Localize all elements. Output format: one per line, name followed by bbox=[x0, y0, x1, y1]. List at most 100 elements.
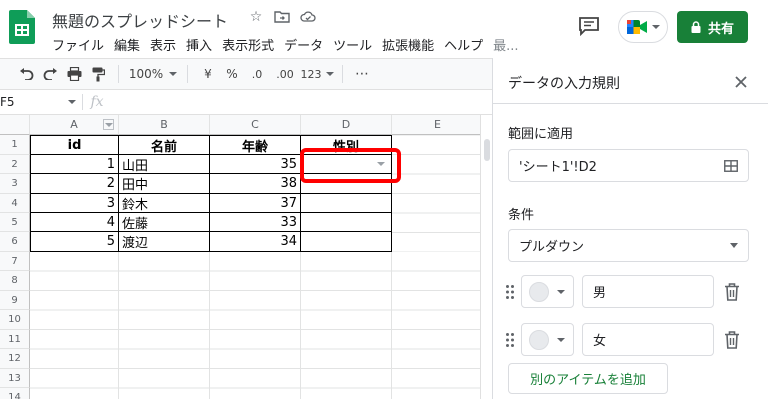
select-range-icon[interactable] bbox=[724, 159, 738, 172]
meet-button[interactable] bbox=[618, 11, 668, 43]
cell-b6[interactable]: 渡辺 bbox=[119, 232, 210, 252]
cell-d6[interactable] bbox=[301, 232, 392, 252]
cell-c2[interactable]: 35 bbox=[210, 155, 301, 174]
column-header-e[interactable]: E bbox=[392, 115, 480, 135]
select-all-corner[interactable] bbox=[0, 115, 30, 135]
menu-edit[interactable]: 編集 bbox=[114, 35, 140, 54]
drag-handle-icon[interactable] bbox=[505, 332, 515, 348]
star-icon[interactable]: ☆ bbox=[248, 9, 264, 25]
menu-help[interactable]: ヘルプ bbox=[444, 35, 483, 54]
decrease-decimal-label: .0 bbox=[251, 67, 263, 81]
cell-c4[interactable]: 37 bbox=[210, 194, 301, 213]
more-formats-button[interactable]: 123 bbox=[300, 62, 334, 86]
cell-b2[interactable]: 山田 bbox=[119, 155, 210, 174]
cell-a4[interactable]: 3 bbox=[30, 194, 119, 213]
row-header-13[interactable]: 13 bbox=[0, 369, 30, 388]
menu-insert[interactable]: 挿入 bbox=[186, 35, 212, 54]
zoom-select[interactable]: 100% bbox=[127, 62, 179, 86]
criteria-select[interactable]: プルダウン bbox=[508, 229, 749, 262]
more-options-icon[interactable]: ⋯ bbox=[351, 62, 373, 86]
column-header-d[interactable]: D bbox=[301, 115, 392, 135]
undo-icon[interactable] bbox=[14, 62, 38, 86]
item-input[interactable]: 男 bbox=[582, 275, 714, 308]
filter-dropdown-icon[interactable] bbox=[103, 119, 114, 130]
cell-b5[interactable]: 佐藤 bbox=[119, 213, 210, 232]
trash-icon[interactable] bbox=[724, 331, 740, 349]
criteria-label: 条件 bbox=[508, 208, 535, 223]
menu-view[interactable]: 表示 bbox=[150, 35, 176, 54]
cell-c5[interactable]: 33 bbox=[210, 213, 301, 232]
item-color-picker[interactable] bbox=[521, 323, 574, 356]
item-color-picker[interactable] bbox=[521, 275, 574, 308]
decrease-decimal-button[interactable]: .0 bbox=[244, 62, 270, 86]
row-header-14[interactable]: 14 bbox=[0, 388, 30, 399]
trash-icon[interactable] bbox=[724, 283, 740, 301]
drag-handle-icon[interactable] bbox=[505, 284, 515, 300]
cell-c6[interactable]: 34 bbox=[210, 232, 301, 252]
cell-a3[interactable]: 2 bbox=[30, 174, 119, 194]
cell-b1[interactable]: 名前 bbox=[119, 135, 210, 155]
row-header-9[interactable]: 9 bbox=[0, 291, 30, 310]
row-header-12[interactable]: 12 bbox=[0, 349, 30, 369]
cell-b3[interactable]: 田中 bbox=[119, 174, 210, 194]
sheets-logo-icon[interactable] bbox=[9, 10, 35, 44]
item-input[interactable]: 女 bbox=[582, 323, 714, 356]
column-header-b[interactable]: B bbox=[119, 115, 210, 135]
row-header-4[interactable]: 4 bbox=[0, 194, 30, 213]
toolbar-divider bbox=[342, 65, 343, 83]
cell-d5[interactable] bbox=[301, 213, 392, 232]
chevron-down-icon bbox=[325, 72, 334, 76]
menu-data[interactable]: データ bbox=[284, 35, 323, 54]
menu-extensions[interactable]: 拡張機能 bbox=[382, 35, 434, 54]
print-icon[interactable] bbox=[62, 62, 86, 86]
column-header-label: A bbox=[70, 118, 78, 131]
column-header-a[interactable]: A bbox=[30, 115, 119, 135]
name-box[interactable]: F5 bbox=[0, 90, 82, 114]
column-header-c[interactable]: C bbox=[210, 115, 301, 135]
scrollbar-thumb[interactable] bbox=[484, 139, 490, 161]
cell-c1[interactable]: 年齢 bbox=[210, 135, 301, 155]
cell-a2[interactable]: 1 bbox=[30, 155, 119, 174]
paint-format-icon[interactable] bbox=[86, 62, 110, 86]
increase-decimal-button[interactable]: .00 bbox=[270, 62, 300, 86]
toolbar-divider bbox=[118, 65, 119, 83]
share-button[interactable]: 共有 bbox=[677, 11, 748, 43]
cell-d4[interactable] bbox=[301, 194, 392, 213]
column-e-area[interactable] bbox=[392, 135, 480, 252]
range-field[interactable]: 'シート1'!D2 bbox=[508, 149, 749, 182]
empty-grid-area[interactable] bbox=[30, 252, 480, 399]
menu-tools[interactable]: ツール bbox=[333, 35, 372, 54]
add-item-button[interactable]: 別のアイテムを追加 bbox=[508, 363, 668, 394]
dropdown-item-row: 男 bbox=[505, 275, 755, 308]
cell-a1[interactable]: id bbox=[30, 135, 119, 155]
close-icon[interactable] bbox=[733, 74, 749, 90]
menu-file[interactable]: ファイル bbox=[52, 35, 104, 54]
cloud-status-icon[interactable] bbox=[300, 9, 316, 25]
redo-icon[interactable] bbox=[38, 62, 62, 86]
row-header-10[interactable]: 10 bbox=[0, 310, 30, 330]
percent-format-button[interactable]: % bbox=[220, 62, 244, 86]
vertical-scrollbar[interactable] bbox=[480, 115, 492, 399]
row-header-11[interactable]: 11 bbox=[0, 330, 30, 349]
row-header-2[interactable]: 2 bbox=[0, 155, 30, 174]
menu-last-edit[interactable]: 最... bbox=[493, 35, 518, 54]
cell-a5[interactable]: 4 bbox=[30, 213, 119, 232]
row-header-7[interactable]: 7 bbox=[0, 252, 30, 271]
move-folder-icon[interactable] bbox=[274, 9, 290, 25]
cell-c3[interactable]: 38 bbox=[210, 174, 301, 194]
comment-history-icon[interactable] bbox=[578, 16, 600, 36]
row-header-1[interactable]: 1 bbox=[0, 135, 30, 155]
formula-input[interactable] bbox=[111, 90, 492, 114]
row-header-3[interactable]: 3 bbox=[0, 174, 30, 194]
currency-format-button[interactable]: ¥ bbox=[196, 62, 220, 86]
row-header-6[interactable]: 6 bbox=[0, 232, 30, 252]
sheets-app: 無題のスプレッドシート ☆ ファイル 編集 表示 挿入 表示形式 データ ツール… bbox=[0, 0, 768, 399]
range-value: 'シート1'!D2 bbox=[519, 160, 597, 175]
menu-format[interactable]: 表示形式 bbox=[222, 35, 274, 54]
cell-b4[interactable]: 鈴木 bbox=[119, 194, 210, 213]
document-title[interactable]: 無題のスプレッドシート bbox=[52, 8, 228, 32]
app-header: 無題のスプレッドシート ☆ ファイル 編集 表示 挿入 表示形式 データ ツール… bbox=[0, 0, 768, 58]
row-header-5[interactable]: 5 bbox=[0, 213, 30, 232]
cell-a6[interactable]: 5 bbox=[30, 232, 119, 252]
row-header-8[interactable]: 8 bbox=[0, 271, 30, 291]
